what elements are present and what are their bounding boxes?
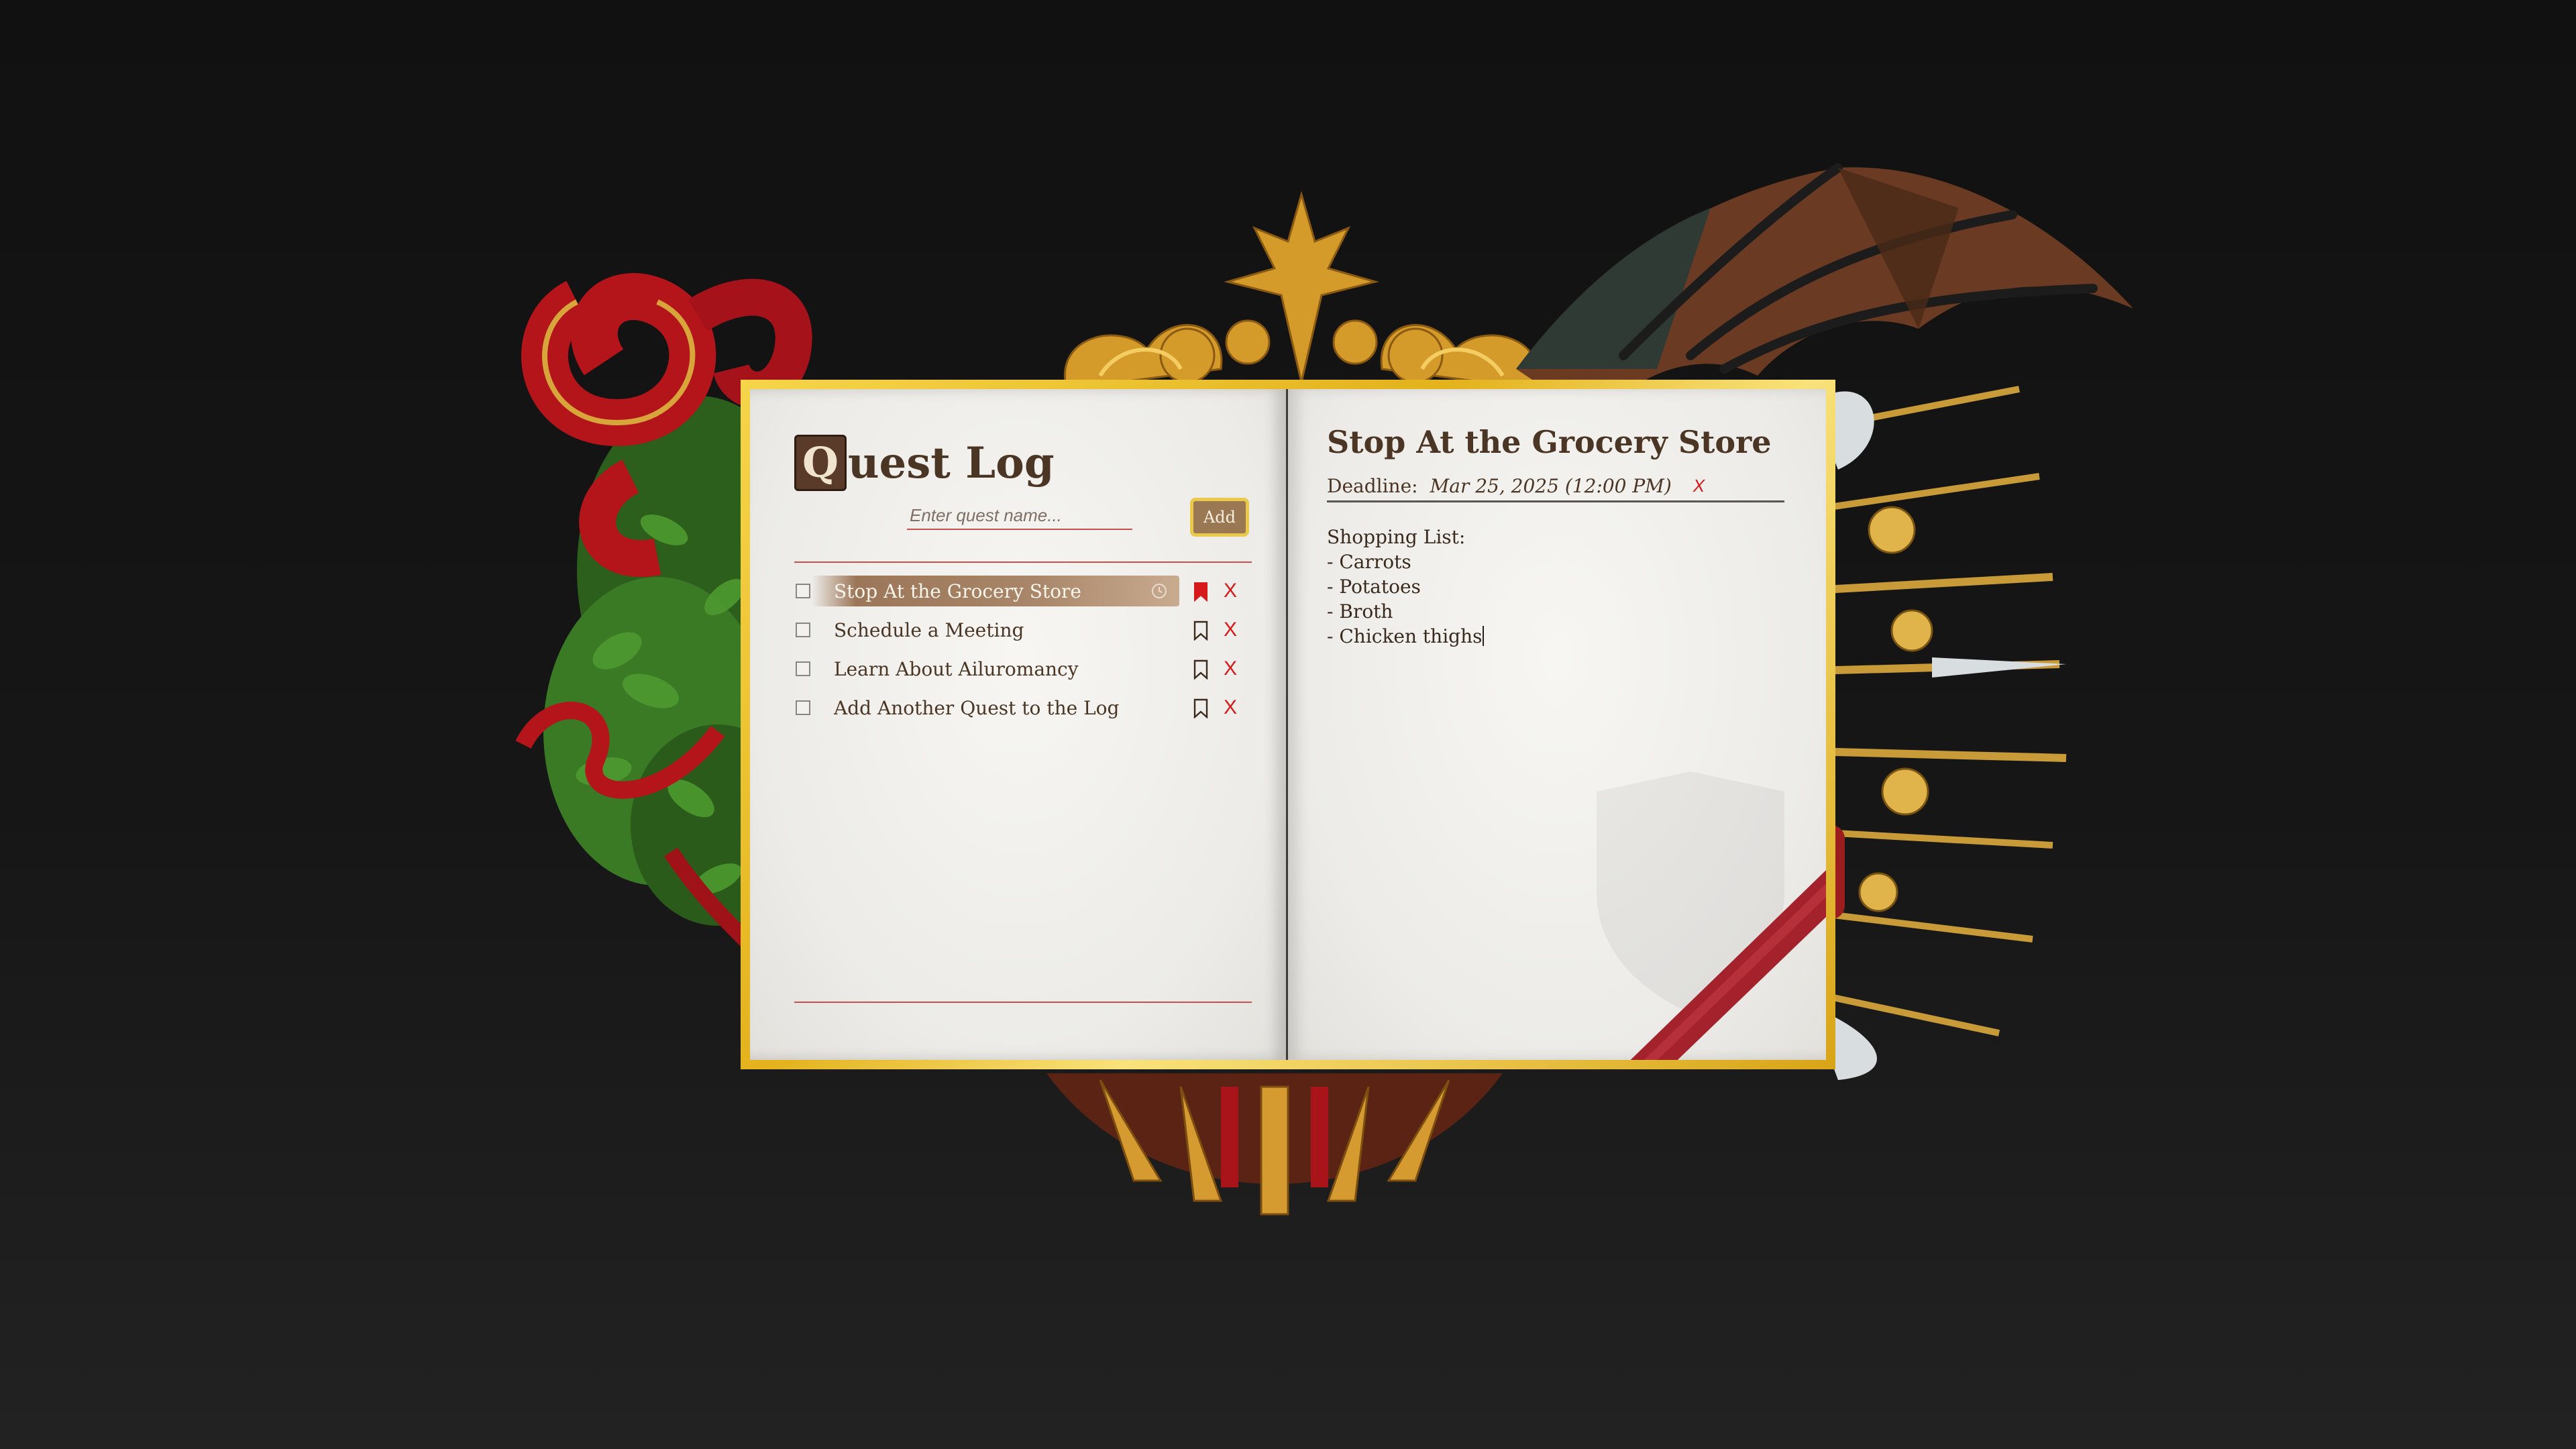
divider: [794, 561, 1252, 563]
quest-row[interactable]: Add Another Quest to the Log X: [794, 688, 1252, 727]
notes-line: - Broth: [1327, 600, 1393, 623]
close-icon: X: [1223, 696, 1237, 718]
quest-checkbox[interactable]: [796, 584, 810, 598]
quest-name: Stop At the Grocery Store: [834, 580, 1081, 602]
delete-quest-button[interactable]: X: [1221, 578, 1240, 604]
quest-name: Schedule a Meeting: [834, 619, 1024, 641]
deadline-label: Deadline:: [1327, 474, 1418, 497]
quest-row[interactable]: Schedule a Meeting X: [794, 610, 1252, 649]
add-button-label: Add: [1203, 508, 1236, 527]
notes-line: - Potatoes: [1327, 576, 1421, 598]
clock-icon: [1152, 584, 1167, 598]
quest-name: Learn About Ailuromancy: [834, 657, 1079, 680]
notes-line: - Chicken thighs: [1327, 625, 1483, 647]
close-icon: X: [1223, 580, 1237, 602]
divider: [794, 1002, 1252, 1003]
bookmark-filled-icon[interactable]: [1193, 582, 1209, 602]
illuminated-dropcap: Q: [794, 435, 847, 491]
quest-name: Add Another Quest to the Log: [834, 696, 1120, 719]
delete-quest-button[interactable]: X: [1221, 617, 1240, 643]
quest-detail-title[interactable]: Stop At the Grocery Store: [1327, 424, 1772, 460]
quest-book: Q uest Log Add Stop At the Grocery Store: [741, 380, 1835, 1069]
bookmark-icon[interactable]: [1193, 659, 1209, 680]
weapons-fan-decoration: [1805, 386, 2067, 1080]
title-text: uest Log: [848, 437, 1055, 488]
quest-checkbox[interactable]: [796, 661, 810, 676]
text-caret: [1482, 626, 1484, 646]
deadline-value[interactable]: Mar 25, 2025 (12:00 PM): [1430, 475, 1672, 497]
quest-checkbox[interactable]: [796, 700, 810, 715]
quest-list-page: Q uest Log Add Stop At the Grocery Store: [750, 389, 1288, 1060]
quest-notes-editor[interactable]: Shopping List: - Carrots - Potatoes - Br…: [1327, 525, 1784, 900]
delete-quest-button[interactable]: X: [1221, 656, 1240, 682]
close-icon: X: [1223, 619, 1237, 641]
quest-row[interactable]: Stop At the Grocery Store X: [794, 572, 1252, 610]
close-icon: X: [1223, 657, 1237, 680]
notes-line: Shopping List:: [1327, 526, 1466, 548]
quest-row[interactable]: Learn About Ailuromancy X: [794, 649, 1252, 688]
bookmark-icon[interactable]: [1193, 621, 1209, 641]
deadline-row: Deadline: Mar 25, 2025 (12:00 PM) X: [1327, 471, 1784, 502]
dropcap-letter: Q: [802, 438, 839, 487]
delete-quest-button[interactable]: X: [1221, 695, 1240, 720]
quest-checkbox[interactable]: [796, 623, 810, 637]
add-quest-button[interactable]: Add: [1190, 498, 1249, 537]
bookmark-icon[interactable]: [1193, 698, 1209, 718]
quest-list: Stop At the Grocery Store X Schedule a M…: [794, 572, 1252, 727]
horns-decoration: [1046, 1073, 1503, 1216]
quest-detail-page: Stop At the Grocery Store Deadline: Mar …: [1288, 389, 1826, 1060]
clear-deadline-button[interactable]: X: [1693, 476, 1705, 496]
page-title: Q uest Log: [794, 431, 1055, 495]
quest-name-input[interactable]: [907, 502, 1132, 530]
notes-line: - Carrots: [1327, 551, 1411, 573]
